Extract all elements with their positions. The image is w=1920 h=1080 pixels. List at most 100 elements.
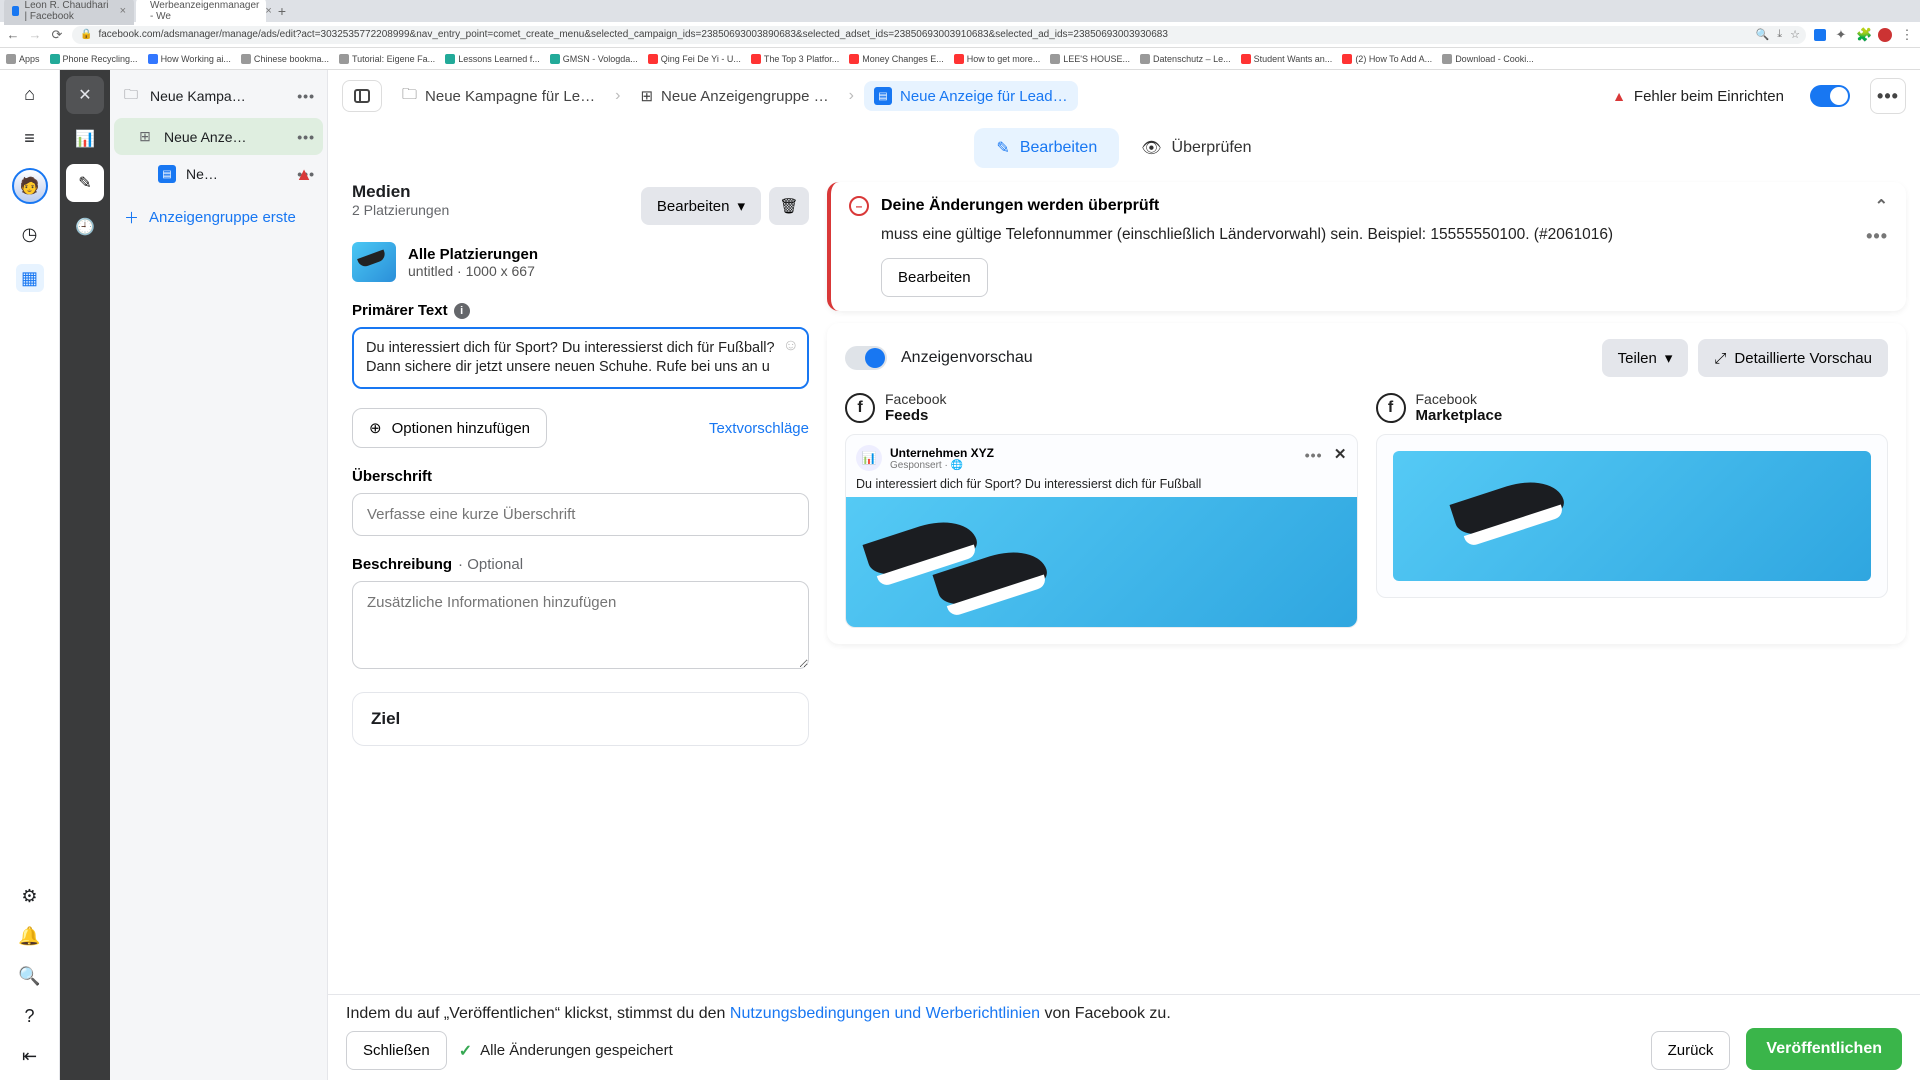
close-icon[interactable]: × bbox=[120, 5, 126, 17]
bookmark-item[interactable]: Download - Cooki... bbox=[1442, 54, 1534, 64]
back-icon[interactable]: ← bbox=[6, 27, 20, 42]
collapse-icon[interactable]: ⇤ bbox=[16, 1042, 44, 1070]
add-options-button[interactable]: ⊕ Optionen hinzufügen bbox=[352, 408, 547, 448]
menu-icon[interactable]: ≡ bbox=[16, 124, 44, 152]
publish-button[interactable]: Veröffentlichen bbox=[1746, 1028, 1902, 1070]
forward-icon[interactable]: → bbox=[28, 27, 42, 42]
breadcrumb-label: Neue Anzeige für Lead… bbox=[900, 88, 1068, 105]
tab-title: Werbeanzeigenmanager - We bbox=[150, 0, 259, 22]
alert-edit-button[interactable]: Bearbeiten bbox=[881, 258, 988, 297]
breadcrumb-adset[interactable]: ⊞ Neue Anzeigengruppe … bbox=[630, 81, 838, 111]
panel-toggle-button[interactable] bbox=[342, 80, 382, 112]
breadcrumb-bar: 🗀 Neue Kampagne für Le… › ⊞ Neue Anzeige… bbox=[328, 70, 1920, 122]
bookmark-item[interactable]: Lessons Learned f... bbox=[445, 54, 540, 64]
bookmark-item[interactable]: LEE'S HOUSE... bbox=[1050, 54, 1130, 64]
more-icon[interactable]: ••• bbox=[297, 88, 315, 104]
more-button[interactable]: ••• bbox=[1870, 78, 1906, 114]
address-bar[interactable]: 🔒 facebook.com/adsmanager/manage/ads/edi… bbox=[72, 26, 1806, 44]
reload-icon[interactable]: ⟳ bbox=[50, 27, 64, 43]
facebook-ext-icon[interactable] bbox=[1814, 29, 1826, 41]
tab-edit[interactable]: ✎ Bearbeiten bbox=[974, 128, 1119, 168]
setup-error[interactable]: ▲ Fehler beim Einrichten bbox=[1612, 88, 1784, 105]
side-column: – Deine Änderungen werden überprüft ⌃ mu… bbox=[823, 178, 1920, 1080]
adset-icon: ⊞ bbox=[136, 128, 154, 145]
star-icon[interactable]: ☆ bbox=[1790, 28, 1800, 41]
more-icon[interactable]: ••• bbox=[1866, 226, 1888, 247]
edit-icon[interactable]: ✎ bbox=[66, 164, 104, 202]
media-meta: untitled · 1000 x 667 bbox=[408, 263, 538, 279]
goal-title: Ziel bbox=[371, 709, 790, 729]
bookmark-item[interactable]: Datenschutz – Le... bbox=[1140, 54, 1231, 64]
pencil-icon: ✎ bbox=[996, 138, 1009, 158]
breadcrumb-campaign[interactable]: 🗀 Neue Kampagne für Le… bbox=[392, 78, 605, 115]
tree-campaign[interactable]: 🗀 Neue Kampa… ••• bbox=[114, 74, 323, 118]
breadcrumb-label: Neue Kampagne für Le… bbox=[425, 88, 595, 105]
search-icon[interactable]: 🔍 bbox=[16, 962, 44, 990]
user-avatar[interactable]: 🧑 bbox=[12, 168, 48, 204]
home-icon[interactable]: ⌂ bbox=[16, 80, 44, 108]
bell-icon[interactable]: 🔔 bbox=[16, 922, 44, 950]
editor-columns: Medien 2 Platzierungen Bearbeiten ▾ 🗑 bbox=[328, 178, 1920, 1080]
bookmark-item[interactable]: Phone Recycling... bbox=[50, 54, 138, 64]
apps-button[interactable]: Apps bbox=[6, 54, 40, 64]
puzzle-icon[interactable]: 🧩 bbox=[1856, 27, 1870, 43]
history-icon[interactable]: 🕘 bbox=[66, 208, 104, 246]
delete-media-button[interactable]: 🗑 bbox=[769, 187, 809, 225]
bookmark-item[interactable]: Student Wants an... bbox=[1241, 54, 1333, 64]
lock-icon: 🔒 bbox=[80, 29, 92, 40]
tree-adset[interactable]: ⊞ Neue Anze… ••• bbox=[114, 118, 323, 155]
bookmark-item[interactable]: How to get more... bbox=[954, 54, 1041, 64]
emoji-icon[interactable]: ☺ bbox=[783, 337, 799, 355]
close-icon[interactable]: × bbox=[265, 5, 271, 17]
headline-input[interactable] bbox=[352, 493, 809, 536]
close-editor-button[interactable]: ✕ bbox=[66, 76, 104, 114]
bookmark-item[interactable]: Qing Fei De Yi - U... bbox=[648, 54, 741, 64]
facebook-icon bbox=[12, 6, 19, 16]
new-tab-button[interactable]: + bbox=[274, 3, 290, 19]
close-button[interactable]: Schließen bbox=[346, 1031, 447, 1070]
help-icon[interactable]: ? bbox=[16, 1002, 44, 1030]
bookmark-item[interactable]: GMSN - Vologda... bbox=[550, 54, 638, 64]
more-icon[interactable]: ••• bbox=[297, 129, 315, 145]
chart-icon[interactable]: 📊 bbox=[66, 120, 104, 158]
button-label: Veröffentlichen bbox=[1766, 1040, 1882, 1057]
browser-tab-active[interactable]: Werbeanzeigenmanager - We × bbox=[136, 0, 266, 25]
more-icon[interactable]: ••• bbox=[1305, 447, 1323, 463]
preview-toggle[interactable] bbox=[845, 346, 887, 370]
channel-name: Feeds bbox=[885, 407, 946, 424]
bookmark-item[interactable]: How Working ai... bbox=[148, 54, 231, 64]
text-suggestions-link[interactable]: Textvorschläge bbox=[709, 420, 809, 437]
search-icon[interactable]: 🔍 bbox=[1756, 28, 1770, 41]
info-icon[interactable]: i bbox=[454, 303, 470, 319]
bookmark-item[interactable]: (2) How To Add A... bbox=[1342, 54, 1432, 64]
bookmark-item[interactable]: The Top 3 Platfor... bbox=[751, 54, 839, 64]
bookmark-item[interactable]: Tutorial: Eigene Fa... bbox=[339, 54, 435, 64]
tab-review[interactable]: 👁 Überprüfen bbox=[1119, 128, 1273, 168]
close-icon[interactable]: ✕ bbox=[1334, 445, 1347, 463]
media-row[interactable]: Alle Platzierungen untitled · 1000 x 667 bbox=[352, 236, 809, 296]
back-button[interactable]: Zurück bbox=[1651, 1031, 1731, 1070]
browser-tab[interactable]: Leon R. Chaudhari | Facebook × bbox=[4, 0, 134, 25]
button-label: Bearbeiten bbox=[657, 198, 730, 215]
profile-avatar-icon[interactable] bbox=[1878, 28, 1892, 42]
edit-media-button[interactable]: Bearbeiten ▾ bbox=[641, 187, 761, 225]
ad-active-toggle[interactable] bbox=[1810, 85, 1850, 107]
extensions-icon[interactable]: ✦ bbox=[1834, 27, 1848, 43]
add-adset-button[interactable]: ＋ Anzeigengruppe erste bbox=[114, 193, 323, 242]
gear-icon[interactable]: ⚙ bbox=[16, 882, 44, 910]
bookmark-item[interactable]: Money Changes E... bbox=[849, 54, 944, 64]
save-status-label: Alle Änderungen gespeichert bbox=[480, 1042, 673, 1059]
menu-icon[interactable]: ⋮ bbox=[1900, 27, 1914, 43]
detailed-preview-button[interactable]: ⤢ Detaillierte Vorschau bbox=[1698, 339, 1888, 377]
primary-text-input[interactable] bbox=[352, 327, 809, 389]
tree-ad[interactable]: ▤ Ne… ••• ▲ bbox=[114, 155, 323, 193]
grid-icon[interactable]: ▦ bbox=[16, 264, 44, 292]
chevron-up-icon[interactable]: ⌃ bbox=[1875, 196, 1888, 216]
gauge-icon[interactable]: ◷ bbox=[16, 220, 44, 248]
bookmark-item[interactable]: Chinese bookma... bbox=[241, 54, 329, 64]
terms-link[interactable]: Nutzungsbedingungen und Werberichtlinien bbox=[730, 1005, 1040, 1022]
breadcrumb-ad[interactable]: ▤ Neue Anzeige für Lead… bbox=[864, 81, 1078, 111]
share-button[interactable]: Teilen ▾ bbox=[1602, 339, 1689, 377]
install-icon[interactable]: ⤓ bbox=[1777, 28, 1782, 41]
description-input[interactable] bbox=[352, 581, 809, 669]
